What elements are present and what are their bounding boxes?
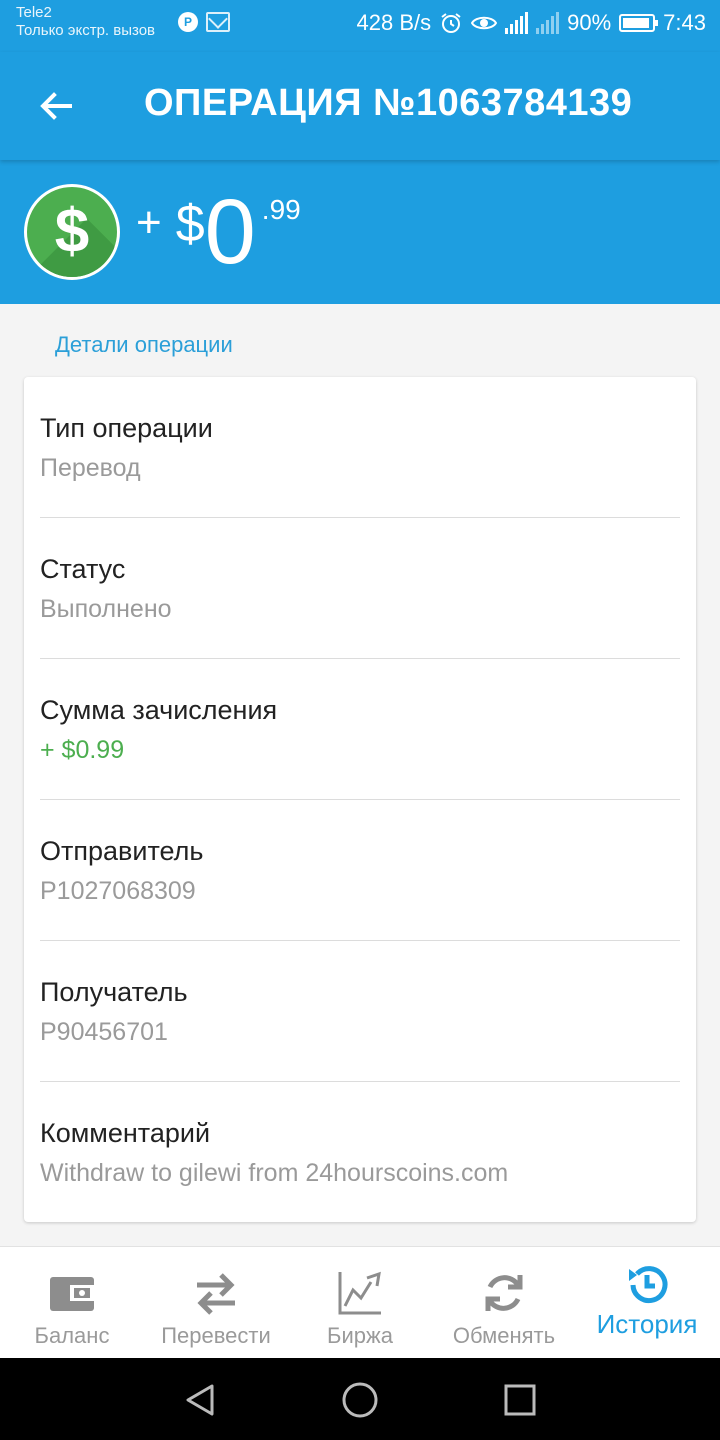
nav-item-exchange-market[interactable]: Биржа [320, 1247, 400, 1359]
page-title: ОПЕРАЦИЯ №1063784139 [144, 82, 633, 124]
nav-item-balance[interactable]: Баланс [24, 1247, 120, 1359]
notification-icons: P [178, 12, 230, 32]
amount-decimal: .99 [261, 194, 301, 225]
nav-label: Перевести [161, 1323, 271, 1348]
signal-icon [536, 12, 560, 34]
detail-value: + $0.99 [40, 736, 125, 764]
detail-label: Статус [40, 554, 126, 584]
operation-amount: + $ 0 .99 [136, 186, 301, 278]
square-recents-icon [504, 1384, 536, 1416]
wallet-icon [48, 1263, 96, 1323]
back-system-button[interactable] [178, 1378, 222, 1422]
net-speed: 428 B/s [356, 10, 432, 35]
detail-label: Отправитель [40, 836, 204, 866]
nav-label: История [596, 1309, 698, 1339]
battery-icon [619, 14, 659, 32]
amount-currency: $ [175, 195, 205, 253]
exchange-icon [482, 1263, 526, 1323]
battery-percent: 90% [567, 10, 612, 35]
history-icon [625, 1261, 669, 1309]
triangle-back-icon [186, 1384, 214, 1416]
detail-row-status: Статус Выполнено [40, 518, 680, 659]
system-indicators: 428 B/s 90% 7:43 [357, 10, 706, 36]
chart-icon [337, 1263, 383, 1323]
nav-item-history[interactable]: История [588, 1247, 706, 1359]
detail-row-sender: Отправитель P1027068309 [40, 800, 680, 941]
transfer-icon [191, 1263, 241, 1323]
detail-row-recipient: Получатель P90456701 [40, 941, 680, 1082]
coin-symbol: $ [54, 197, 90, 266]
amount-integer: 0 [204, 181, 256, 283]
detail-row-amount: Сумма зачисления + $0.99 [40, 659, 680, 800]
detail-label: Сумма зачисления [40, 695, 278, 725]
nav-label: Баланс [34, 1323, 110, 1348]
carrier-info: Tele2 Только экстр. вызов [16, 4, 155, 40]
detail-value: Withdraw to gilewi from 24hourscoins.com [40, 1159, 509, 1187]
carrier-name: Tele2 [16, 4, 52, 21]
eye-icon [471, 13, 498, 33]
section-title: Детали операции [55, 332, 233, 357]
back-button[interactable] [30, 80, 82, 132]
system-navigation-bar [0, 1358, 720, 1440]
signal-4g-icon [505, 12, 529, 34]
nav-item-swap[interactable]: Обменять [446, 1247, 562, 1359]
details-card: Тип операции Перевод Статус Выполнено Су… [24, 377, 696, 1222]
home-system-button[interactable] [338, 1378, 382, 1422]
nav-label: Обменять [452, 1323, 556, 1348]
nav-label: Биржа [327, 1323, 393, 1348]
bottom-navigation: Баланс Перевести Биржа Обменять История [0, 1246, 720, 1358]
detail-label: Комментарий [40, 1118, 211, 1148]
carrier-note: Только экстр. вызов [16, 22, 156, 39]
dollar-coin-icon: $ [24, 184, 120, 280]
mail-icon [206, 12, 230, 32]
recents-system-button[interactable] [498, 1378, 542, 1422]
arrow-left-icon [40, 92, 72, 120]
circle-home-icon [342, 1382, 378, 1418]
amount-sign: + [136, 198, 162, 247]
p-icon: P [178, 12, 198, 32]
amount-header: $ + $ 0 .99 [0, 160, 720, 304]
detail-value: Выполнено [40, 595, 172, 623]
alarm-icon [439, 11, 463, 35]
status-bar: Tele2 Только экстр. вызов P 428 B/s 90% … [0, 0, 720, 52]
app-bar: ОПЕРАЦИЯ №1063784139 [0, 52, 720, 160]
detail-row-comment: Комментарий Withdraw to gilewi from 24ho… [40, 1082, 680, 1223]
detail-value[interactable]: P1027068309 [40, 877, 196, 906]
detail-label: Получатель [40, 977, 188, 1007]
detail-value: Перевод [40, 454, 141, 482]
detail-row-type: Тип операции Перевод [40, 377, 680, 518]
clock: 7:43 [663, 10, 706, 35]
detail-label: Тип операции [40, 413, 213, 443]
nav-item-transfer[interactable]: Перевести [156, 1247, 276, 1359]
detail-value[interactable]: P90456701 [40, 1018, 168, 1047]
